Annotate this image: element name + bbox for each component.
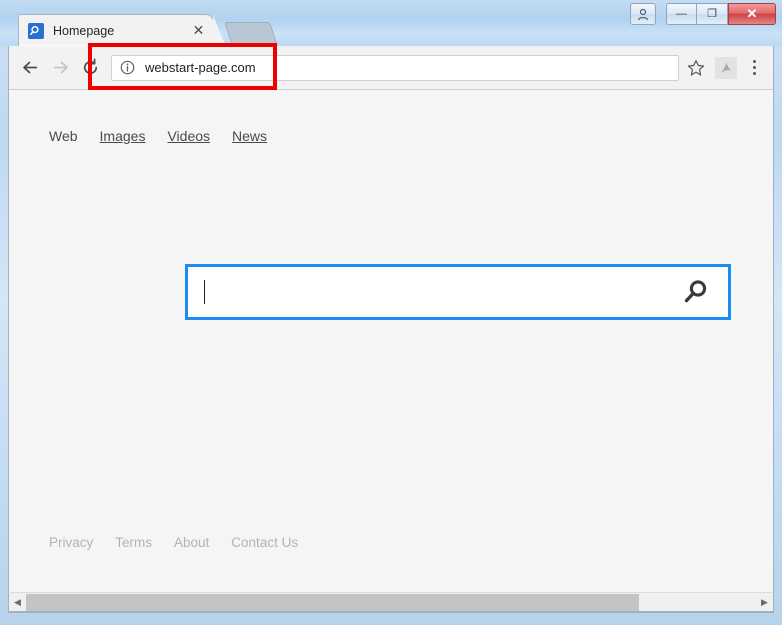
horizontal-scrollbar[interactable]: ◀ ▶ [8, 592, 774, 611]
restore-icon: ❐ [707, 7, 717, 20]
search-magnifier-favicon-icon [28, 22, 44, 39]
bookmark-star-button[interactable] [683, 55, 709, 81]
minimize-button[interactable]: — [666, 3, 697, 25]
tab-title: Homepage [53, 23, 115, 38]
reload-icon [83, 58, 97, 75]
menu-dot-3 [752, 72, 756, 75]
star-icon [687, 59, 705, 76]
address-bar-url: webstart-page.com [145, 60, 256, 75]
close-icon: ✕ [746, 6, 758, 21]
search-input[interactable] [204, 277, 676, 307]
site-nav: Web Images Videos News [49, 128, 267, 144]
search-box[interactable] [185, 264, 731, 320]
nav-item-news[interactable]: News [232, 128, 267, 144]
three-dot-menu-button[interactable] [741, 55, 767, 81]
back-arrow-icon [22, 61, 37, 74]
user-account-icon [638, 8, 648, 20]
text-cursor [204, 280, 205, 304]
address-bar[interactable]: webstart-page.com [111, 54, 679, 81]
nav-item-videos[interactable]: Videos [167, 128, 210, 144]
minimize-icon: — [676, 7, 687, 20]
site-footer: Privacy Terms About Contact Us [49, 535, 298, 550]
pdf-extension-icon [721, 62, 731, 73]
scroll-left-arrow-icon[interactable]: ◀ [9, 594, 26, 611]
user-account-button[interactable] [630, 3, 656, 25]
page-viewport: Web Images Videos News Privacy Terms Abo… [8, 90, 774, 592]
close-window-button[interactable]: ✕ [728, 3, 776, 25]
info-circle-icon[interactable] [120, 60, 135, 75]
footer-link-terms[interactable]: Terms [115, 535, 152, 550]
nav-item-images[interactable]: Images [100, 128, 146, 144]
nav-item-web[interactable]: Web [49, 128, 78, 144]
webstart-page: Web Images Videos News Privacy Terms Abo… [9, 90, 773, 592]
tab-strip: Homepage ✕ — ❐ ✕ [0, 0, 782, 47]
window-controls: — ❐ ✕ [630, 3, 776, 25]
forward-button [45, 53, 75, 83]
window-bottom-edge [8, 611, 774, 613]
browser-chrome: webstart-page.com [8, 46, 774, 90]
footer-link-privacy[interactable]: Privacy [49, 535, 93, 550]
search-submit-button[interactable] [676, 273, 714, 311]
scrollbar-track[interactable] [26, 593, 756, 611]
search-magnifier-icon [684, 280, 707, 303]
new-tab-button[interactable] [224, 22, 278, 46]
tab-homepage[interactable]: Homepage ✕ [18, 14, 226, 47]
footer-link-about[interactable]: About [174, 535, 209, 550]
menu-dot-1 [752, 60, 756, 63]
browser-toolbar: webstart-page.com [9, 46, 773, 90]
tab-close-icon[interactable]: ✕ [190, 22, 207, 39]
menu-dot-2 [752, 66, 756, 69]
pdf-extension-button[interactable] [715, 56, 737, 79]
forward-arrow-icon [53, 61, 68, 74]
scroll-right-arrow-icon[interactable]: ▶ [756, 594, 773, 611]
footer-link-contact-us[interactable]: Contact Us [231, 535, 298, 550]
browser-window: Homepage ✕ — ❐ ✕ webstart-page.com Web I… [0, 0, 782, 625]
restore-button[interactable]: ❐ [697, 3, 728, 25]
scrollbar-thumb[interactable] [26, 593, 640, 611]
back-button[interactable] [15, 53, 45, 83]
reload-button[interactable] [75, 53, 105, 83]
